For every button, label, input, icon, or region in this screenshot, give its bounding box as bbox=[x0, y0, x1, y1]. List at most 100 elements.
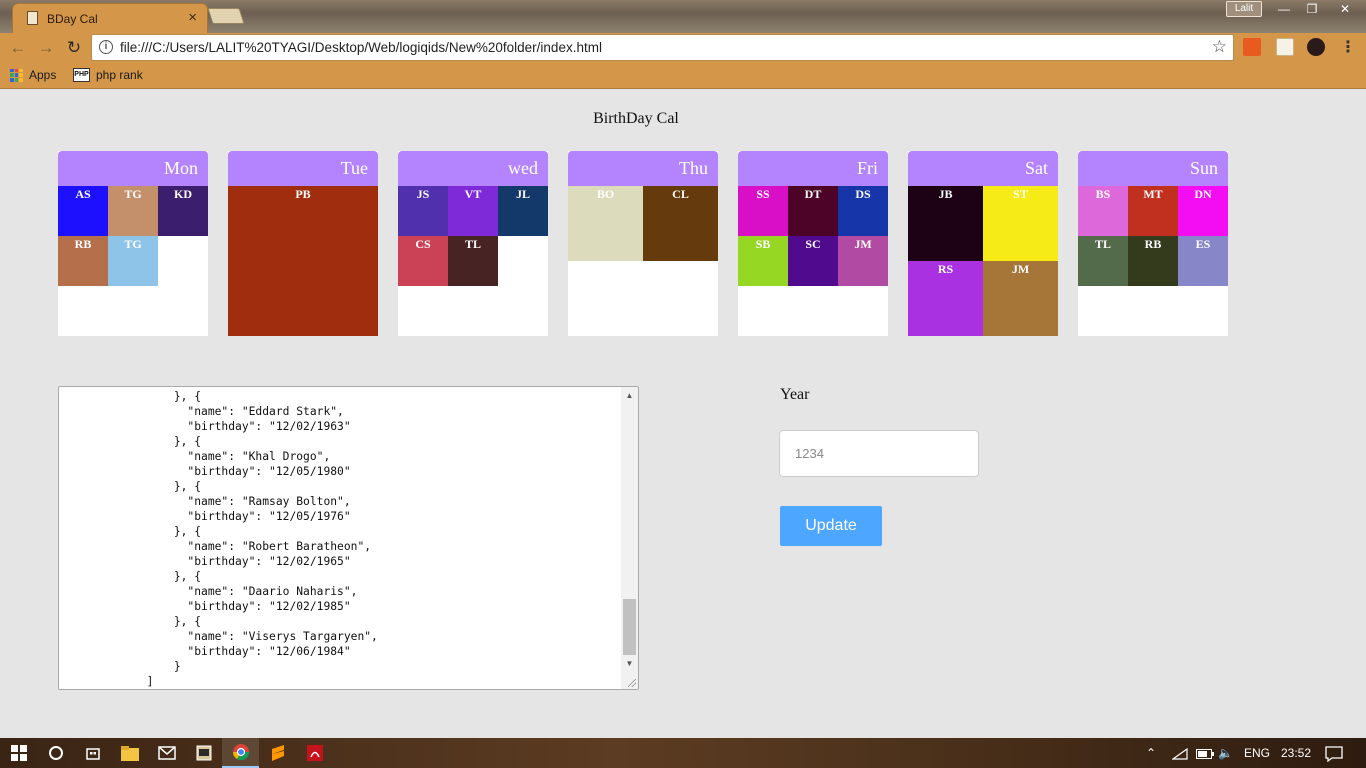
volume-icon[interactable]: 🔈 bbox=[1218, 738, 1233, 768]
birthday-cell[interactable]: JB bbox=[908, 186, 983, 261]
restore-icon[interactable]: ❐ bbox=[1298, 0, 1326, 18]
forward-arrow-icon[interactable]: → bbox=[35, 37, 57, 59]
mail-icon[interactable] bbox=[148, 738, 185, 768]
show-hidden-icons-icon[interactable]: ⌃ bbox=[1146, 738, 1156, 768]
bookmark-label: Apps bbox=[29, 68, 57, 82]
minimize-icon[interactable]: — bbox=[1270, 0, 1298, 18]
birthday-cell[interactable]: DN bbox=[1178, 186, 1228, 236]
birthday-cell[interactable]: BO bbox=[568, 186, 643, 261]
birthday-cell[interactable]: RB bbox=[1128, 236, 1178, 286]
birthday-cell[interactable]: JM bbox=[838, 236, 888, 286]
birthday-cell[interactable]: TL bbox=[448, 236, 498, 286]
birthday-cell[interactable]: DS bbox=[838, 186, 888, 236]
birthday-cell[interactable]: AS bbox=[58, 186, 108, 236]
terminal-icon[interactable] bbox=[185, 738, 222, 768]
browser-title-bar: BDay Cal × Lalit — ❐ ✕ bbox=[0, 0, 1366, 33]
scrollbar-thumb[interactable] bbox=[623, 599, 636, 655]
birthday-cell[interactable]: VT bbox=[448, 186, 498, 236]
language-indicator[interactable]: ENG bbox=[1244, 738, 1270, 768]
day-card-sat: Sat JB ST RS JM bbox=[908, 151, 1058, 336]
bookmark-php-rank[interactable]: PHP php rank bbox=[73, 68, 143, 82]
scroll-down-icon[interactable]: ▼ bbox=[621, 655, 638, 672]
birthday-cell[interactable]: CL bbox=[643, 186, 718, 261]
day-birthday-grid: SS DT DS SB SC JM bbox=[738, 186, 888, 336]
search-circle-icon[interactable] bbox=[37, 738, 74, 768]
birthday-cell[interactable]: JS bbox=[398, 186, 448, 236]
update-button[interactable]: Update bbox=[780, 506, 882, 546]
birthday-cell[interactable]: SB bbox=[738, 236, 788, 286]
clock-time[interactable]: 23:52 bbox=[1281, 738, 1311, 768]
php-icon: PHP bbox=[73, 68, 90, 82]
info-icon[interactable]: i bbox=[99, 40, 113, 54]
file-explorer-icon[interactable] bbox=[111, 738, 148, 768]
apps-grid-icon bbox=[10, 68, 23, 82]
birthday-cell[interactable]: TG bbox=[108, 186, 158, 236]
json-text[interactable]: }, }, { "name": "Eddard Stark", "birthda… bbox=[59, 387, 378, 689]
wifi-icon[interactable] bbox=[1171, 738, 1188, 768]
store-icon[interactable] bbox=[74, 738, 111, 768]
birthday-cell[interactable]: MT bbox=[1128, 186, 1178, 236]
sublime-icon[interactable] bbox=[259, 738, 296, 768]
day-birthday-grid: JS VT JL CS TL bbox=[398, 186, 548, 336]
day-header: Thu bbox=[568, 151, 718, 186]
day-card-thu: Thu BO CL bbox=[568, 151, 718, 336]
new-tab-button[interactable] bbox=[207, 8, 245, 24]
back-arrow-icon[interactable]: ← bbox=[7, 37, 29, 59]
birthday-cell[interactable]: RB bbox=[58, 236, 108, 286]
birthday-cell[interactable]: ES bbox=[1178, 236, 1228, 286]
birthday-cell[interactable]: TL bbox=[1078, 236, 1128, 286]
reload-icon[interactable]: ↻ bbox=[63, 37, 85, 59]
year-label: Year bbox=[780, 386, 810, 403]
windows-start-icon[interactable] bbox=[0, 738, 37, 768]
day-header: Tue bbox=[228, 151, 378, 186]
birthday-cell[interactable]: TG bbox=[108, 236, 158, 286]
day-card-tue: Tue PB bbox=[228, 151, 378, 336]
year-input[interactable] bbox=[779, 430, 979, 477]
day-birthday-grid: BS MT DN TL RB ES bbox=[1078, 186, 1228, 336]
menu-kebab-icon[interactable]: ⋮ bbox=[1340, 38, 1356, 58]
extension-notes-icon[interactable] bbox=[1276, 38, 1294, 56]
textarea-scrollbar[interactable]: ▲ ▼ bbox=[621, 387, 638, 689]
extension-red-icon[interactable] bbox=[1243, 38, 1261, 56]
browser-tab[interactable]: BDay Cal × bbox=[12, 3, 208, 33]
day-birthday-grid: AS TG KD RB TG bbox=[58, 186, 208, 336]
windows-taskbar: ⌃ 🔈 ENG 23:52 bbox=[0, 738, 1366, 768]
scroll-up-icon[interactable]: ▲ bbox=[621, 387, 638, 404]
bookmark-label: php rank bbox=[96, 68, 143, 82]
birthday-cell[interactable]: CS bbox=[398, 236, 448, 286]
action-center-icon[interactable] bbox=[1325, 738, 1343, 768]
birthday-cell[interactable]: JL bbox=[498, 186, 548, 236]
browser-toolbar: ← → ↻ i file:///C:/Users/LALIT%20TYAGI/D… bbox=[0, 33, 1366, 63]
birthday-cell[interactable]: JM bbox=[983, 261, 1058, 336]
battery-icon[interactable] bbox=[1196, 738, 1214, 768]
birthday-cell[interactable]: SC bbox=[788, 236, 838, 286]
birthday-cell[interactable]: PB bbox=[228, 186, 378, 336]
birthday-cell[interactable]: RS bbox=[908, 261, 983, 336]
tab-close-icon[interactable]: × bbox=[188, 9, 197, 26]
extension-spy-icon[interactable] bbox=[1307, 38, 1325, 56]
bookmarks-bar: Apps PHP php rank bbox=[0, 63, 1366, 89]
day-header: wed bbox=[398, 151, 548, 186]
bookmark-apps[interactable]: Apps bbox=[10, 68, 56, 82]
page-title: BirthDay Cal bbox=[593, 110, 679, 127]
json-textarea[interactable]: }, }, { "name": "Eddard Stark", "birthda… bbox=[58, 386, 639, 690]
bookmark-star-icon[interactable]: ☆ bbox=[1212, 37, 1227, 57]
day-card-wed: wed JS VT JL CS TL bbox=[398, 151, 548, 336]
day-birthday-grid: BO CL bbox=[568, 186, 718, 336]
day-card-fri: Fri SS DT DS SB SC JM bbox=[738, 151, 888, 336]
birthday-cell[interactable]: DT bbox=[788, 186, 838, 236]
birthday-cell[interactable]: KD bbox=[158, 186, 208, 236]
url-text[interactable]: file:///C:/Users/LALIT%20TYAGI/Desktop/W… bbox=[120, 40, 602, 55]
resize-handle-icon[interactable] bbox=[628, 679, 636, 687]
chrome-icon[interactable] bbox=[222, 738, 259, 768]
acrobat-icon[interactable] bbox=[296, 738, 333, 768]
window-close-icon[interactable]: ✕ bbox=[1326, 0, 1364, 18]
birthday-cell[interactable]: ST bbox=[983, 186, 1058, 261]
day-header: Mon bbox=[58, 151, 208, 186]
day-birthday-grid: PB bbox=[228, 186, 378, 336]
birthday-cell[interactable]: BS bbox=[1078, 186, 1128, 236]
profile-button[interactable]: Lalit bbox=[1226, 1, 1262, 17]
day-header: Sun bbox=[1078, 151, 1228, 186]
birthday-cell[interactable]: SS bbox=[738, 186, 788, 236]
address-bar[interactable]: i file:///C:/Users/LALIT%20TYAGI/Desktop… bbox=[91, 34, 1234, 61]
